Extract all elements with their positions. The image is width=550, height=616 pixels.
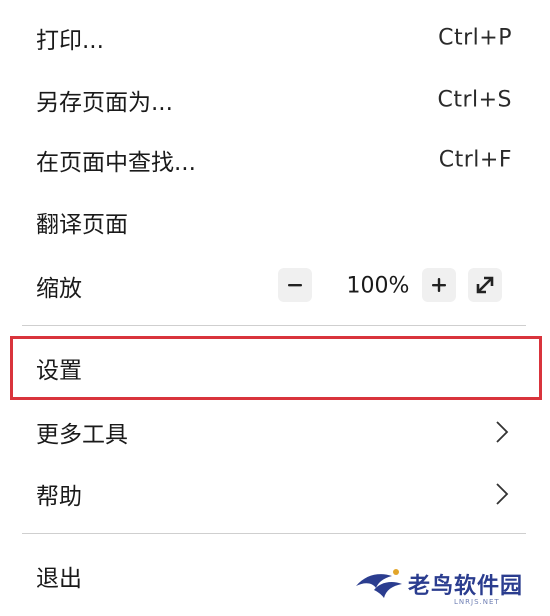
shortcut-find: Ctrl+F [438, 147, 512, 173]
menu-item-label: 帮助 [36, 484, 82, 510]
menu-item-translate-page[interactable]: 翻译页面 [0, 190, 550, 254]
menu-item-label: 在页面中查找... [36, 150, 196, 176]
chevron-right-icon [496, 421, 509, 443]
watermark-text: 老鸟软件园 [408, 574, 524, 599]
menu-item-more-tools[interactable]: 更多工具 [0, 400, 550, 464]
zoom-controls: 100% [278, 268, 514, 304]
menu-divider [22, 533, 526, 534]
zoom-in-button[interactable] [422, 268, 456, 302]
zoom-label: 缩放 [36, 276, 82, 302]
watermark-subtext: LNRJS.NET [454, 598, 500, 606]
bird-logo-icon [356, 569, 402, 598]
menu-item-label: 另存页面为... [36, 90, 173, 116]
menu-item-find-in-page[interactable]: 在页面中查找... Ctrl+F [0, 128, 550, 192]
menu-item-label: 翻译页面 [36, 212, 128, 238]
fullscreen-icon [476, 276, 494, 294]
menu-item-label: 退出 [36, 566, 82, 592]
menu-item-zoom: 缩放 100% [0, 254, 550, 318]
chevron-right-icon [496, 483, 509, 505]
browser-menu: 打印... Ctrl+P 另存页面为... Ctrl+S 在页面中查找... C… [0, 0, 550, 616]
fullscreen-button[interactable] [468, 268, 502, 302]
minus-icon [288, 284, 302, 287]
plus-icon [432, 278, 446, 292]
zoom-level: 100% [346, 273, 410, 299]
shortcut-save: Ctrl+S [437, 87, 512, 113]
watermark: 老鸟软件园 LNRJS.NET [346, 556, 550, 616]
menu-item-help[interactable]: 帮助 [0, 462, 550, 526]
menu-item-label: 打印... [36, 28, 104, 54]
menu-divider [22, 325, 526, 326]
settings-highlight-box [10, 336, 542, 400]
shortcut-print: Ctrl+P [438, 25, 512, 51]
menu-item-save-page-as[interactable]: 另存页面为... Ctrl+S [0, 68, 550, 132]
menu-item-label: 更多工具 [36, 422, 128, 448]
menu-item-print[interactable]: 打印... Ctrl+P [0, 6, 550, 70]
zoom-out-button[interactable] [278, 268, 312, 302]
